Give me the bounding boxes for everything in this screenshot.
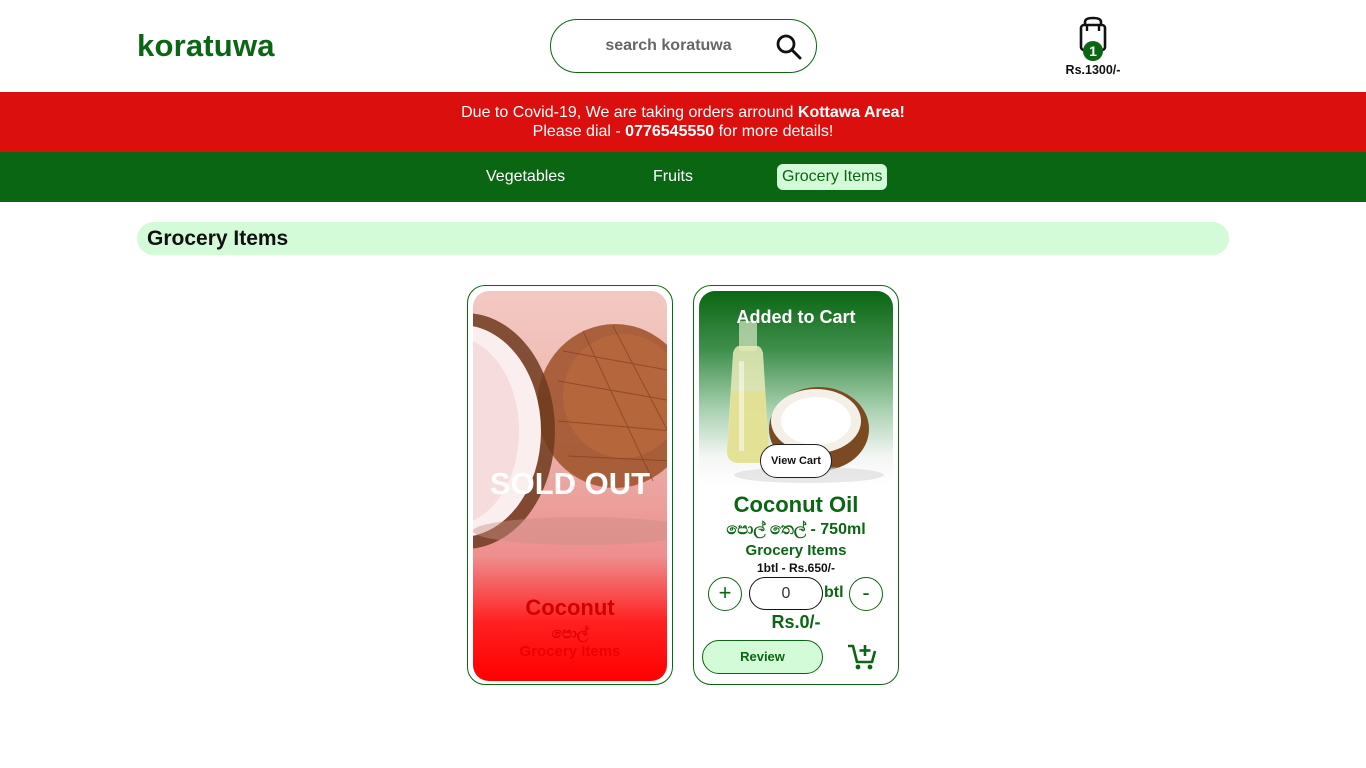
nav-item-fruits[interactable]: Fruits xyxy=(648,164,698,190)
product-name-sinhala: පොල් xyxy=(551,625,589,642)
product-image-coconut: SOLD OUT Coconut පොල් Grocery Items xyxy=(473,291,667,681)
section-title: Grocery Items xyxy=(137,222,1229,255)
category-nav: Vegetables Fruits Grocery Items xyxy=(0,152,1366,202)
product-category: Grocery Items xyxy=(519,643,621,660)
product-card-coconut[interactable]: SOLD OUT Coconut පොල් Grocery Items xyxy=(467,285,673,685)
site-header: koratuwa 1 Rs.1300/- xyxy=(0,0,1366,92)
covid-notice-banner: Due to Covid-19, We are taking orders ar… xyxy=(0,92,1366,152)
review-button[interactable]: Review xyxy=(702,640,823,674)
quantity-unit: btl xyxy=(824,584,844,601)
increase-quantity-button[interactable]: + xyxy=(708,577,742,611)
unit-price: 1btl - Rs.650/- xyxy=(756,561,836,575)
nav-item-vegetables[interactable]: Vegetables xyxy=(481,164,570,190)
cart-count-badge: 1 xyxy=(1083,41,1103,61)
search-input[interactable] xyxy=(571,32,766,60)
product-category: Grocery Items xyxy=(745,542,847,559)
line-total: Rs.0/- xyxy=(771,612,821,632)
product-name-sinhala: පොල් තෙල් - 750ml xyxy=(726,521,866,538)
notice-line-2: Please dial - 0776545550 for more detail… xyxy=(532,123,834,140)
product-name: Coconut Oil xyxy=(733,492,859,517)
notice-line-1: Due to Covid-19, We are taking orders ar… xyxy=(461,104,905,121)
site-logo[interactable]: koratuwa xyxy=(137,28,275,64)
decrease-quantity-button[interactable]: - xyxy=(849,577,883,611)
cart-total: Rs.1300/- xyxy=(1065,63,1121,77)
quantity-input[interactable] xyxy=(749,577,823,610)
view-cart-button[interactable]: View Cart xyxy=(760,444,832,478)
nav-item-grocery-items[interactable]: Grocery Items xyxy=(777,164,888,190)
product-name: Coconut xyxy=(525,595,615,620)
search-icon[interactable] xyxy=(775,33,803,61)
add-to-cart-icon[interactable] xyxy=(846,641,878,673)
sold-out-label: SOLD OUT xyxy=(489,466,651,501)
added-to-cart-label: Added to Cart xyxy=(736,307,856,327)
phone-number: 0776545550 xyxy=(625,123,715,140)
